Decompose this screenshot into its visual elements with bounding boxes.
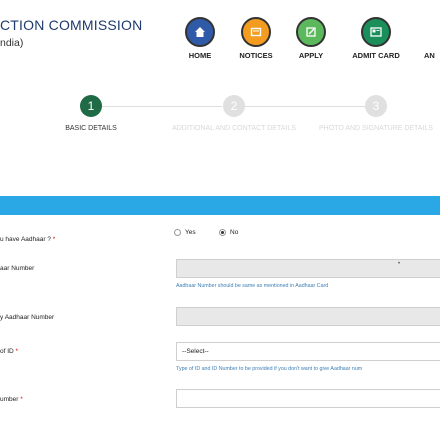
- id-number-label: umber *: [0, 396, 23, 403]
- notices-icon: [241, 17, 271, 47]
- aadhaar-question-label: u have Aadhaar ? *: [0, 236, 56, 243]
- nav-admit-card-label: ADMIT CARD: [352, 51, 400, 60]
- step-1-label: BASIC DETAILS: [65, 125, 117, 132]
- step-2-circle[interactable]: 2: [223, 95, 245, 117]
- nav-apply-label: APPLY: [298, 51, 324, 60]
- aadhaar-hint: Aadhaar Number should be same as mention…: [176, 283, 329, 289]
- section-header-bar: [0, 196, 440, 215]
- aadhaar-no-radio[interactable]: No: [219, 229, 238, 236]
- enrolment-label: y Aadhaar Number: [0, 314, 55, 321]
- step-connector-2: [245, 106, 365, 107]
- radio-circle: [174, 229, 181, 236]
- nav-admit-card[interactable]: ADMIT CARD: [345, 17, 407, 60]
- required-asterisk: *: [15, 348, 19, 355]
- nav-partial[interactable]: AN: [424, 17, 440, 60]
- step-3-label: PHOTO AND SIGNATURE DETAILS: [319, 125, 433, 132]
- required-asterisk: *: [52, 236, 56, 243]
- required-asterisk: *: [20, 396, 23, 403]
- nav-apply[interactable]: APPLY: [296, 17, 326, 60]
- aadhaar-number-input[interactable]: •: [176, 259, 440, 278]
- home-icon: [185, 17, 215, 47]
- step-connector-1: [102, 106, 222, 107]
- apply-icon: [296, 17, 326, 47]
- nav-partial-label: AN: [424, 51, 435, 60]
- id-type-select[interactable]: [176, 342, 440, 361]
- org-subtitle: ndia): [0, 37, 24, 49]
- step-2-label: ADDITIONAL AND CONTACT DETAILS: [172, 125, 296, 132]
- aadhaar-yes-radio[interactable]: Yes: [174, 229, 196, 236]
- step-3-circle[interactable]: 3: [365, 95, 387, 117]
- step-1-circle[interactable]: 1: [80, 95, 102, 117]
- org-title: CTION COMMISSION: [0, 17, 143, 33]
- nav-notices-label: NOTICES: [239, 51, 273, 60]
- nav-home-label: HOME: [188, 51, 212, 60]
- aadhaar-yes-label: Yes: [185, 229, 196, 236]
- id-type-selected-value: --Select--: [182, 348, 209, 355]
- id-number-input[interactable]: [176, 389, 440, 408]
- admit-card-icon: [361, 17, 391, 47]
- aadhaar-no-label: No: [230, 229, 239, 236]
- enrolment-input[interactable]: [176, 307, 440, 326]
- id-type-label: of ID *: [0, 348, 19, 355]
- id-type-hint: Type of ID and ID Number to be provided …: [176, 366, 363, 372]
- site-header: CTION COMMISSION ndia) HOME NOTICES APPL…: [0, 0, 440, 72]
- aadhaar-number-label: aar Number: [0, 265, 35, 272]
- radio-circle-selected: [219, 229, 226, 236]
- nav-notices[interactable]: NOTICES: [235, 17, 277, 60]
- partial-icon: [424, 17, 440, 47]
- nav-home[interactable]: HOME: [185, 17, 215, 60]
